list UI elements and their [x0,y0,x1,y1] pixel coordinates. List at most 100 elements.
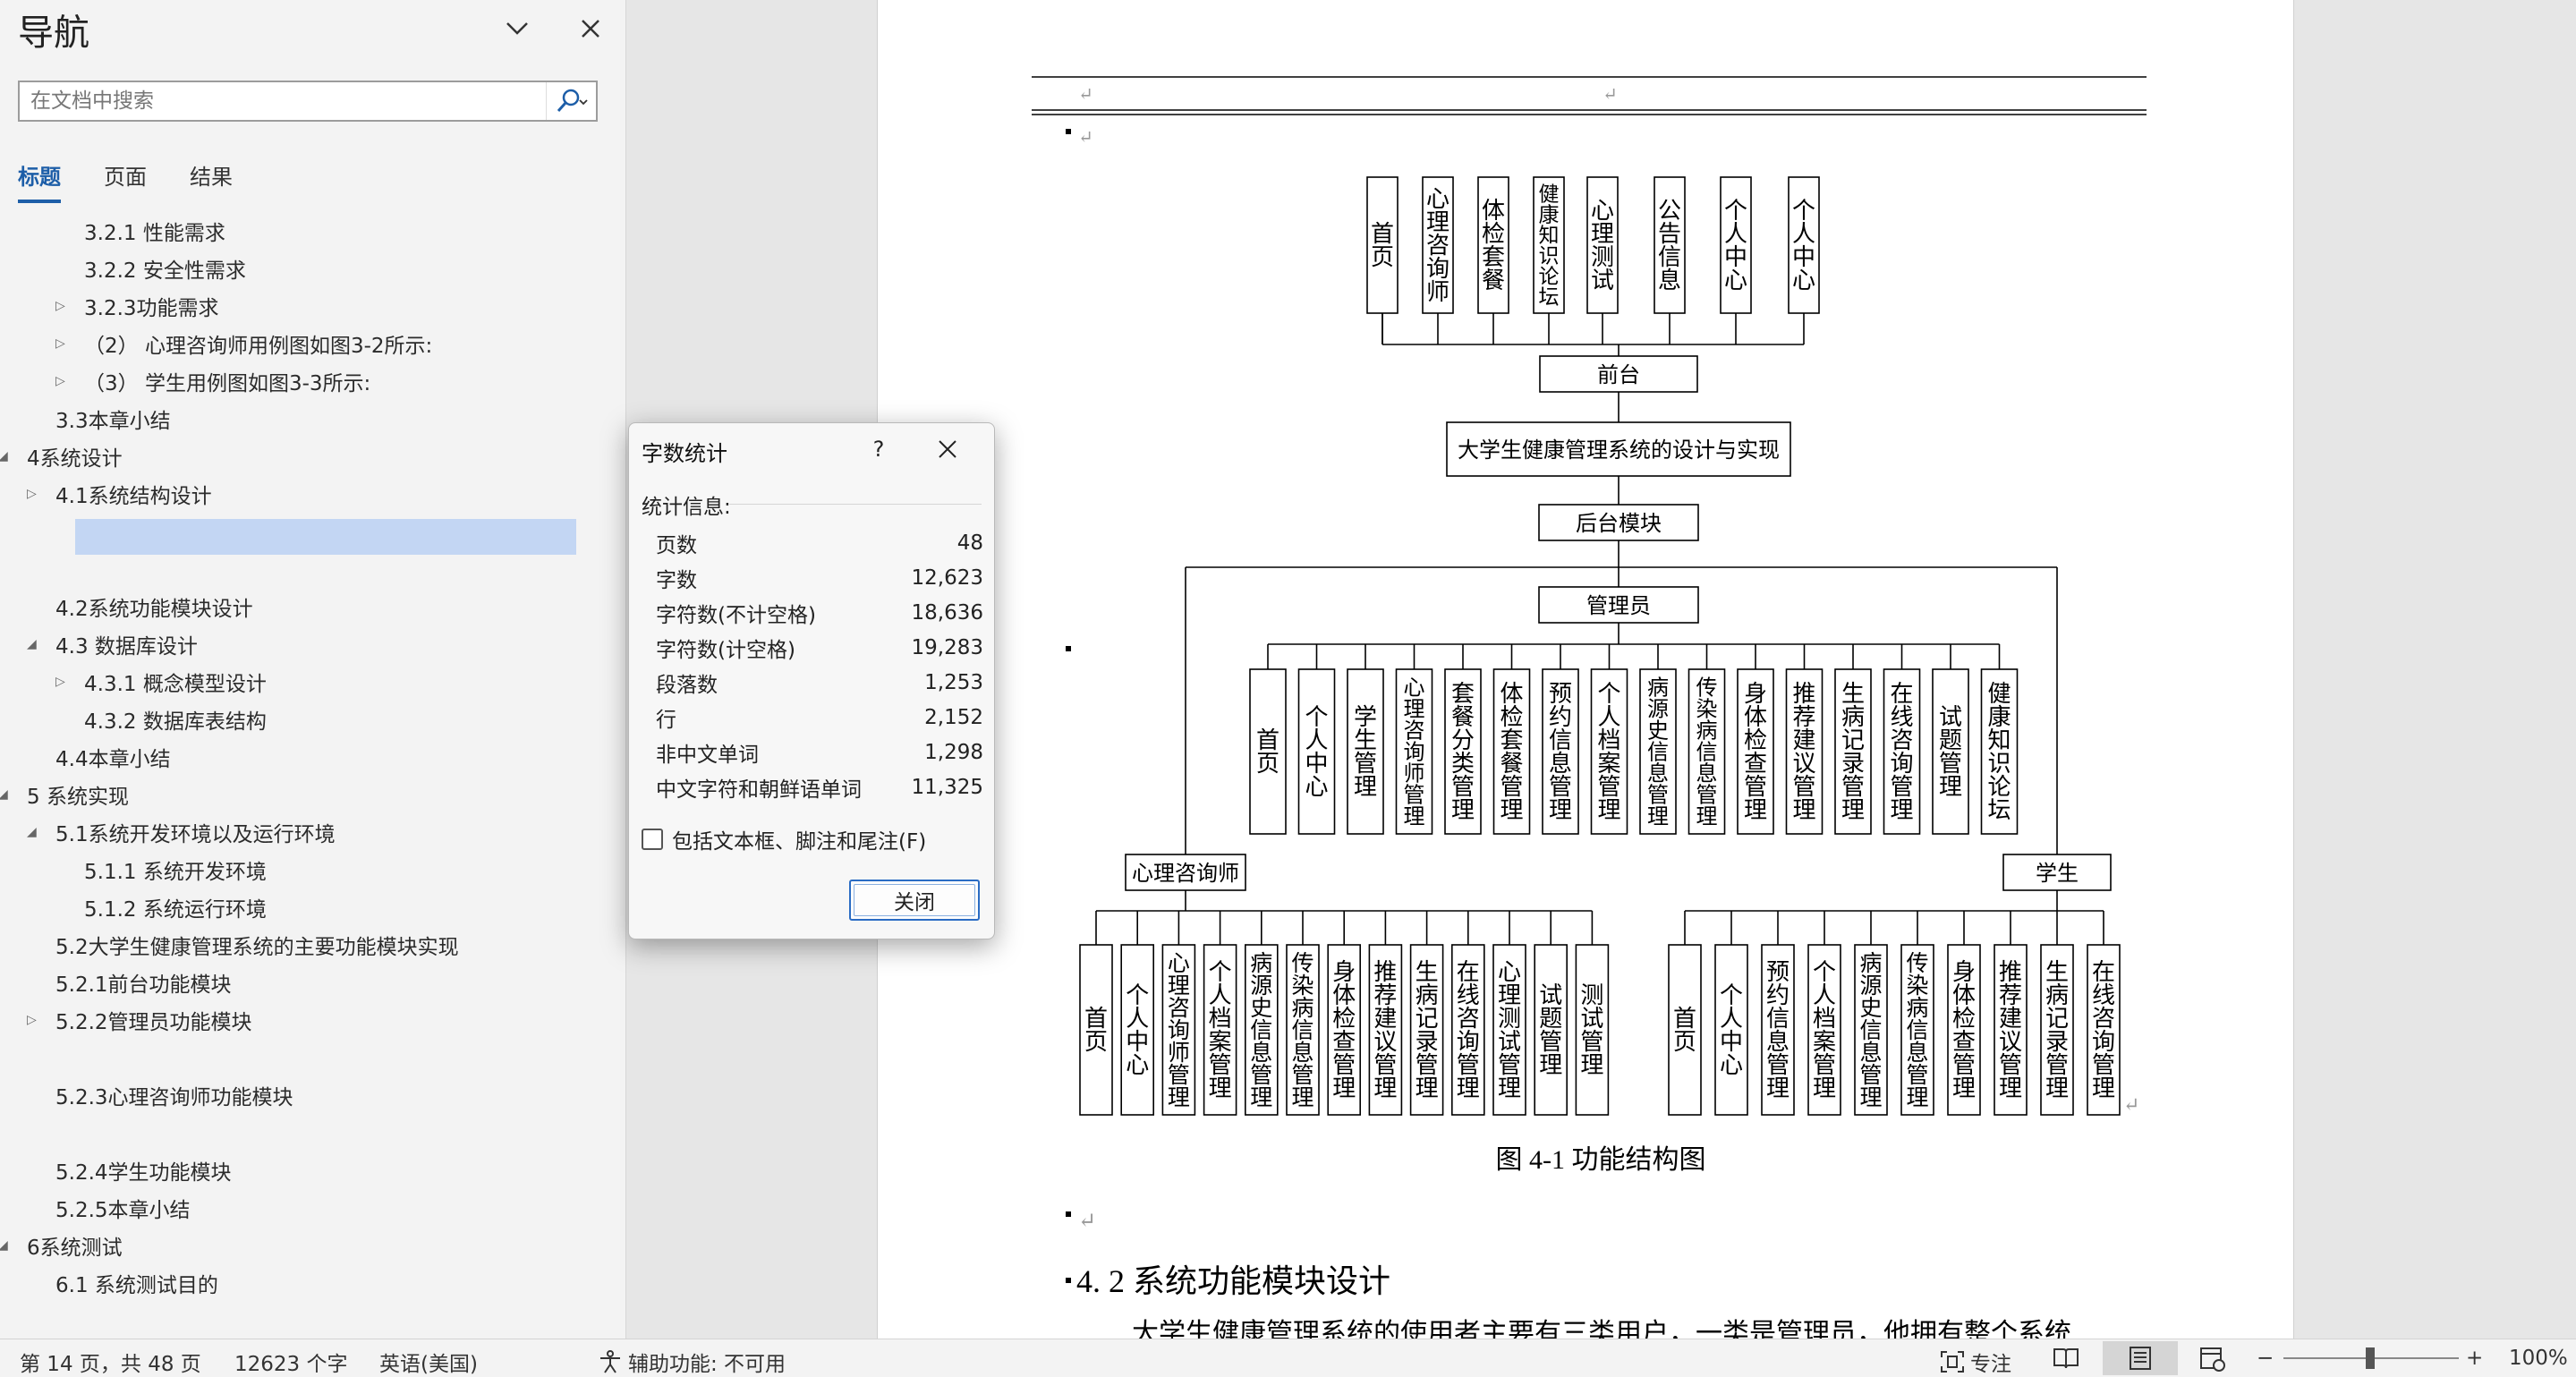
collapsed-triangle-icon[interactable]: ▷ [55,336,75,351]
help-icon[interactable]: ? [863,434,894,464]
nav-heading-item[interactable]: 4.3.2 数据库表结构 [57,701,267,737]
nav-heading-label: 4.4本章小结 [55,748,171,771]
nav-heading-item[interactable] [29,514,55,549]
expanded-triangle-icon[interactable]: ◢ [0,449,18,463]
stat-label: 非中文单词 [656,744,759,767]
nav-heading-item[interactable]: ◢ 6系统测试 [0,1228,123,1263]
nav-heading-item[interactable]: ▷ （3） 学生用例图如图3-3所示: [55,363,370,399]
include-textboxes-option[interactable]: 包括文本框、脚注和尾注(F) [642,824,926,854]
collapsed-triangle-icon[interactable]: ▷ [27,1013,47,1027]
expanded-triangle-icon[interactable]: ◢ [0,787,18,802]
bullet-mark [1066,1278,1071,1283]
nav-heading-item[interactable]: 5.2.4学生功能模块 [29,1152,232,1188]
nav-heading-item[interactable]: ▷ （2） 心理咨询师用例图如图3-2所示: [55,326,432,361]
nav-heading-item[interactable]: 3.2.1 性能需求 [57,213,225,249]
paragraph-mark: ↵ [1078,128,1093,148]
diagram-node-label: 公告信息 [1658,198,1681,293]
expanded-triangle-icon[interactable]: ◢ [27,825,47,839]
stat-row: 字符数(不计空格) 18,636 [656,597,983,629]
zoom-level[interactable]: 100% [2509,1347,2568,1370]
nav-tabs: 标题 页面 结果 [18,159,233,203]
nav-heading-item[interactable]: 5.2大学生健康管理系统的主要功能模块实现 [29,927,459,963]
diagram-node-label: 心理咨询师管理 [1168,952,1190,1110]
search-input[interactable] [20,89,546,113]
nav-heading-item[interactable]: 6.1 系统测试目的 [29,1265,218,1301]
collapsed-triangle-icon[interactable]: ▷ [27,487,47,501]
accessibility-label: 辅助功能: 不可用 [628,1353,786,1376]
search-icon[interactable] [546,82,596,120]
nav-heading-item[interactable]: 5.2.5本章小结 [29,1190,191,1226]
nav-heading-item[interactable]: ▷ 5.2.2管理员功能模块 [27,1002,252,1038]
accessibility-status[interactable]: 辅助功能: 不可用 [598,1347,786,1377]
focus-mode-button[interactable]: 专注 [1940,1347,2011,1377]
function-structure-diagram: ↵ ↵↵首页心理咨询师体检套餐健康知识论坛心理测试公告信息个人中心个人中心前台大学… [1032,76,2147,1339]
diagram-node-label: 健康知识论坛 [1539,183,1560,309]
stat-label: 页数 [656,534,697,557]
nav-heading-item[interactable]: 5.1.1 系统开发环境 [57,852,267,888]
nav-heading-item[interactable] [29,1040,55,1075]
chevron-down-icon[interactable] [499,11,535,47]
expanded-triangle-icon[interactable]: ◢ [0,1238,18,1253]
collapsed-triangle-icon[interactable]: ▷ [55,299,75,313]
nav-heading-item[interactable]: ◢ 5 系统实现 [0,777,129,812]
word-count-status[interactable]: 12623 个字 [234,1347,347,1377]
stat-row: 字符数(计空格) 19,283 [656,632,983,664]
nav-heading-label: 5.1.1 系统开发环境 [84,861,267,884]
nav-heading-item[interactable]: ◢ 4.3 数据库设计 [27,626,198,662]
web-layout-icon[interactable] [2199,1347,2226,1377]
selected-heading-highlight[interactable] [75,519,576,555]
diagram-node-label: 在线咨询管理 [1890,681,1913,823]
bullet-mark [1066,646,1071,651]
nav-heading-item[interactable]: 4.4本章小结 [29,739,171,775]
diagram-node-label: 推荐建议管理 [1999,959,2022,1101]
close-button[interactable]: 关闭 [849,880,980,921]
nav-heading-item[interactable]: 5.2.3心理咨询师功能模块 [29,1077,293,1113]
nav-heading-label: 5.2.4学生功能模块 [55,1161,232,1185]
close-icon[interactable] [930,434,965,464]
stat-value: 1,298 [924,741,983,764]
nav-heading-label: 5.2.5本章小结 [55,1199,191,1222]
stat-row: 段落数 1,253 [656,667,983,699]
stat-label: 字符数(计空格) [656,639,795,662]
zoom-in-button[interactable]: + [2466,1347,2483,1370]
diagram-node-label: 体检套餐管理 [1500,681,1523,823]
nav-heading-item[interactable]: ▷ 4.1系统结构设计 [27,476,212,512]
focus-icon [1941,1351,1964,1373]
diagram-node-label: 生病记录管理 [2045,959,2069,1101]
nav-heading-item[interactable]: 3.3本章小结 [29,401,171,437]
nav-heading-item[interactable] [29,551,55,587]
checkbox-label: 包括文本框、脚注和尾注(F) [672,830,927,854]
language-status[interactable]: 英语(美国) [379,1347,478,1377]
nav-heading-item[interactable] [29,1115,55,1151]
document-page[interactable]: ↵ ↵ ↵ 首页 心理咨询师 体检套餐 健康知识论坛 心理测试 公告信息 个人中心 个人中心 前台 大学… [877,0,2294,1339]
collapsed-triangle-icon[interactable]: ▷ [55,374,75,388]
tab-results[interactable]: 结果 [190,159,233,203]
page-info[interactable]: 第 14 页，共 48 页 [20,1347,201,1377]
stat-label: 字符数(不计空格) [656,604,816,627]
diagram-node-label: 个人中心 [1724,198,1747,293]
nav-heading-label: 6.1 系统测试目的 [55,1274,218,1297]
close-icon[interactable] [573,11,608,47]
read-mode-icon[interactable] [2053,1347,2079,1375]
nav-heading-item[interactable]: 3.2.2 安全性需求 [57,251,246,286]
nav-heading-item[interactable]: 5.1.2 系统运行环境 [57,889,267,925]
diagram-node-label: 在线咨询管理 [2092,959,2115,1101]
tab-headings[interactable]: 标题 [18,159,61,203]
stat-label: 段落数 [656,674,718,697]
include-textboxes-checkbox[interactable] [642,829,663,850]
nav-heading-item[interactable]: ▷ 4.3.1 概念模型设计 [55,664,267,700]
nav-heading-item[interactable]: ◢ 5.1系统开发环境以及运行环境 [27,814,336,850]
diagram-node-label: 推荐建议管理 [1792,681,1815,823]
nav-heading-item[interactable]: ◢ 4系统设计 [0,438,123,474]
nav-heading-label: 3.3本章小结 [55,410,171,433]
print-layout-icon[interactable] [2103,1341,2178,1375]
nav-heading-label: 4.3.1 概念模型设计 [84,673,267,696]
nav-heading-item[interactable]: ▷ 3.2.3功能需求 [55,288,219,324]
zoom-out-button[interactable]: − [2257,1347,2274,1370]
nav-heading-item[interactable]: 5.2.1前台功能模块 [29,965,232,1000]
zoom-slider-thumb[interactable] [2366,1347,2375,1369]
expanded-triangle-icon[interactable]: ◢ [27,637,47,651]
nav-heading-item[interactable]: 4.2系统功能模块设计 [29,589,253,625]
collapsed-triangle-icon[interactable]: ▷ [55,675,75,689]
tab-pages[interactable]: 页面 [104,159,147,203]
